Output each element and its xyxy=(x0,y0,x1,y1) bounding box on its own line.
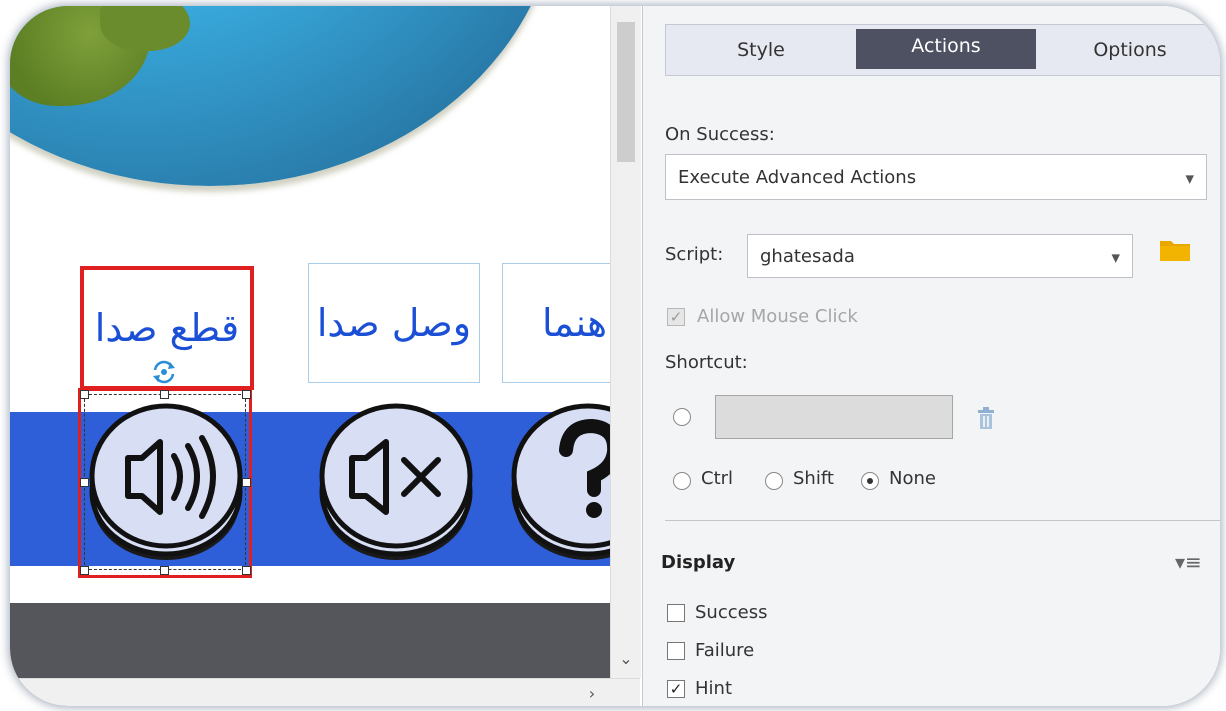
stage-vertical-scrollbar[interactable]: ⌄ xyxy=(610,6,641,678)
on-success-select[interactable]: Execute Advanced Actions ▼ xyxy=(665,154,1207,200)
modifier-ctrl-radio[interactable] xyxy=(673,472,691,490)
globe-land xyxy=(100,6,190,51)
resize-handle[interactable] xyxy=(80,390,89,399)
allow-mouse-click-checkbox[interactable]: ✓ xyxy=(667,308,685,326)
modifier-shift-label: Shift xyxy=(793,468,834,489)
panel-tabs: Style Actions Options xyxy=(665,24,1220,76)
resize-handle[interactable] xyxy=(160,566,169,575)
caption-mute-text: قطع صدا xyxy=(94,306,240,350)
shortcut-label: Shortcut: xyxy=(665,352,748,373)
display-heading: Display xyxy=(661,552,736,573)
caption-unmute[interactable]: وصل صدا xyxy=(308,263,480,383)
section-divider xyxy=(665,520,1220,521)
script-label: Script: xyxy=(665,244,724,265)
display-failure-checkbox[interactable] xyxy=(667,642,685,660)
display-hint-checkbox[interactable]: ✓ xyxy=(667,680,685,698)
scrollbar-thumb[interactable] xyxy=(617,22,635,162)
display-success-label: Success xyxy=(695,602,768,623)
display-success-checkbox[interactable] xyxy=(667,604,685,622)
display-failure-label: Failure xyxy=(695,640,755,661)
selection-bounding-box xyxy=(84,394,246,570)
resize-handle[interactable] xyxy=(160,390,169,399)
caption-unmute-text: وصل صدا xyxy=(316,301,472,345)
caption-help-text: هنما xyxy=(541,301,607,345)
trash-icon[interactable] xyxy=(977,406,995,430)
panel-menu-icon[interactable]: ▾≡ xyxy=(1175,550,1205,576)
stage-horizontal-scrollbar[interactable]: › xyxy=(10,678,640,706)
mute-speaker-icon[interactable] xyxy=(316,396,476,566)
rotate-handle-icon[interactable] xyxy=(150,358,178,386)
stage-canvas[interactable]: قطع صدا وصل صدا هنما xyxy=(10,6,610,706)
globe-graphic xyxy=(10,6,560,186)
dropdown-arrow-icon: ▼ xyxy=(1111,251,1120,265)
properties-panel: Style Actions Options On Success: Execut… xyxy=(642,6,1220,706)
modifier-none-label: None xyxy=(889,468,936,489)
modifier-none-radio[interactable] xyxy=(861,472,879,490)
on-success-value: Execute Advanced Actions xyxy=(678,166,917,188)
resize-handle[interactable] xyxy=(242,566,251,575)
dropdown-arrow-icon: ▼ xyxy=(1185,172,1194,186)
display-hint-label: Hint xyxy=(695,678,733,699)
chevron-down-icon[interactable]: ⌄ xyxy=(611,646,641,670)
app-window: قطع صدا وصل صدا هنما ⌄ › Style Actions O… xyxy=(10,6,1220,706)
on-success-label: On Success: xyxy=(665,124,775,145)
resize-handle[interactable] xyxy=(242,478,251,487)
resize-handle[interactable] xyxy=(242,390,251,399)
chevron-right-icon[interactable]: › xyxy=(580,681,604,705)
shortcut-radio[interactable] xyxy=(673,408,691,426)
shortcut-input[interactable] xyxy=(715,395,953,439)
question-icon[interactable] xyxy=(508,396,610,566)
script-select[interactable]: ghatesada ▼ xyxy=(747,234,1133,278)
tab-style[interactable]: Style xyxy=(666,25,856,75)
script-value: ghatesada xyxy=(760,245,855,267)
tab-actions[interactable]: Actions xyxy=(856,29,1036,69)
modifier-shift-radio[interactable] xyxy=(765,472,783,490)
caption-help[interactable]: هنما xyxy=(502,263,610,383)
tab-options[interactable]: Options xyxy=(1036,25,1220,75)
allow-mouse-click-label: Allow Mouse Click xyxy=(697,306,858,327)
folder-icon[interactable] xyxy=(1159,238,1191,262)
resize-handle[interactable] xyxy=(80,566,89,575)
resize-handle[interactable] xyxy=(80,478,89,487)
modifier-ctrl-label: Ctrl xyxy=(701,468,734,489)
